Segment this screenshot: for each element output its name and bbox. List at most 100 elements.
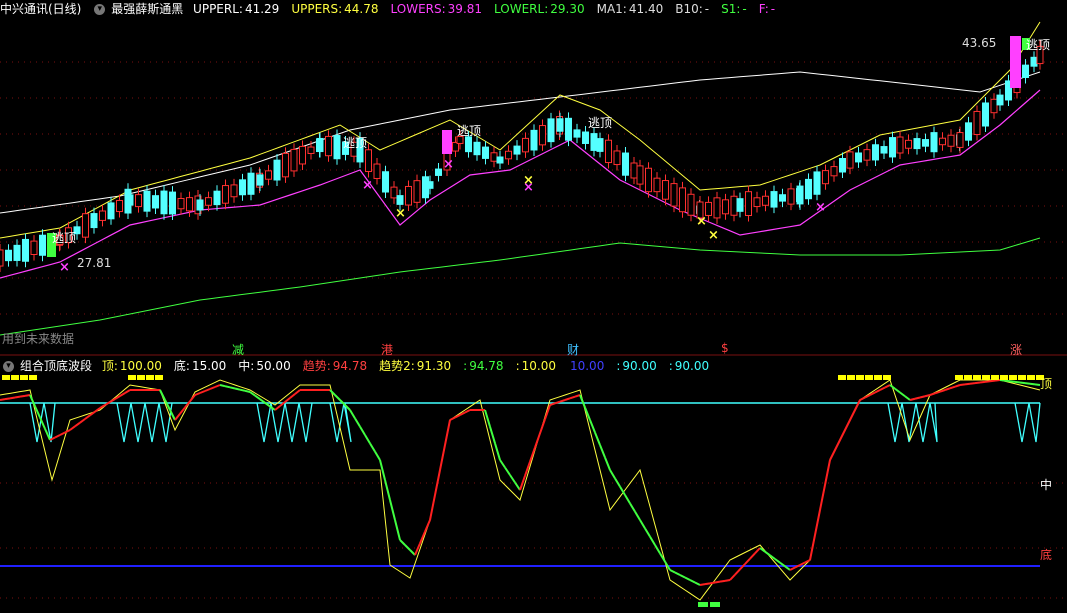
trend-segment [439, 444, 446, 471]
trend-segment [829, 449, 836, 461]
candle-body [630, 162, 638, 179]
trend-segment [1024, 382, 1031, 385]
axis-bottom-label: 底 [1040, 548, 1053, 562]
trend-segment [1004, 379, 1011, 383]
candle-body [282, 152, 289, 178]
trend-segment [519, 475, 526, 491]
trend-segment [364, 434, 371, 444]
trend-segment [854, 399, 861, 411]
trend-segment [359, 426, 366, 436]
trend-segment [574, 394, 581, 398]
escape-top-label: 逃顶 [588, 116, 613, 130]
trend-segment [719, 579, 726, 583]
cyan-zigzag [256, 402, 313, 443]
trend-segment [514, 481, 521, 491]
trend-segment [109, 398, 116, 403]
trend-segment [709, 581, 716, 585]
candle-body [855, 152, 862, 163]
trend-segment [764, 550, 771, 557]
top-signal-bar [2, 375, 10, 380]
top-signal-bar [847, 375, 855, 380]
trend-segment [559, 399, 566, 403]
candle-body [556, 118, 564, 132]
top-signal-bar [982, 375, 990, 380]
trend-segment [729, 573, 736, 581]
candle-body [996, 94, 1004, 106]
trend-segment [679, 574, 686, 579]
candle-body [505, 150, 512, 160]
candle-body [1030, 56, 1038, 67]
top-signal-bar [29, 375, 37, 380]
candle-body [482, 146, 489, 159]
candle-body [670, 183, 678, 207]
candle-body [822, 170, 829, 185]
candle-body [126, 194, 134, 206]
candle-body [135, 194, 142, 208]
candle-body [596, 138, 604, 152]
trend-segment [609, 469, 616, 479]
candle-body [547, 118, 555, 143]
trend-segment [69, 425, 76, 431]
cross-marker: × [696, 214, 707, 229]
candle-body [605, 139, 612, 164]
cyan-zigzag [887, 402, 938, 443]
candle-body [169, 191, 176, 215]
candle-body [473, 141, 481, 156]
trend-segment [684, 576, 691, 581]
candle-body [205, 197, 212, 206]
top-signal-bar [1018, 375, 1026, 380]
trend-segment [349, 409, 356, 419]
trend-segment [79, 418, 86, 424]
trend-segment [1009, 380, 1016, 383]
trend-segment [909, 397, 916, 401]
trend-segment [354, 417, 361, 428]
top-signal-bar [1009, 375, 1017, 380]
candle-body [186, 197, 193, 212]
trend-segment [689, 579, 696, 584]
candle-body [713, 197, 721, 219]
trend-segment [914, 396, 921, 400]
trend-segment [99, 404, 106, 409]
marker-jian: 减 [232, 343, 245, 357]
candle-body [152, 195, 159, 209]
candle-body [325, 135, 332, 157]
candle-body [1022, 64, 1029, 78]
trend-segment [849, 409, 856, 421]
top-signal-bar [838, 375, 846, 380]
lower-long-line [0, 237, 1041, 336]
bottom-signal-bar [698, 602, 708, 607]
candle-body [230, 184, 238, 198]
trend-segment [54, 434, 61, 439]
trend-segment [174, 413, 181, 421]
candle-body [365, 149, 372, 172]
trend-segment [59, 431, 66, 436]
trend-segment [589, 419, 596, 433]
trend-segment [799, 561, 806, 566]
candle-body [30, 240, 38, 255]
cross-marker: × [815, 200, 826, 215]
trend-segment [804, 559, 811, 564]
lower-short-line [0, 89, 1041, 279]
trend-segment [334, 394, 341, 401]
trend-segment [724, 579, 731, 582]
trend-segment [224, 385, 231, 389]
trend-segment [74, 421, 81, 428]
trend-segment [239, 388, 246, 392]
candle-body [762, 195, 769, 206]
chart-canvas[interactable]: ××××××××× [0, 0, 1067, 613]
signal-bar [1010, 36, 1021, 88]
trend-segment [744, 557, 751, 565]
trend-segment [979, 380, 986, 384]
trend-segment [954, 384, 961, 388]
candle-body [99, 210, 106, 221]
trend-segment [994, 379, 1001, 382]
escape-top-label: 逃顶 [52, 231, 77, 245]
candle-body [896, 136, 904, 154]
candle-body [316, 137, 324, 153]
candle-body [530, 129, 538, 151]
trend-segment [429, 494, 436, 521]
candle-body [779, 194, 786, 202]
trend-segment [819, 484, 826, 511]
trend-segment [874, 389, 881, 394]
trend-segment [879, 386, 886, 391]
